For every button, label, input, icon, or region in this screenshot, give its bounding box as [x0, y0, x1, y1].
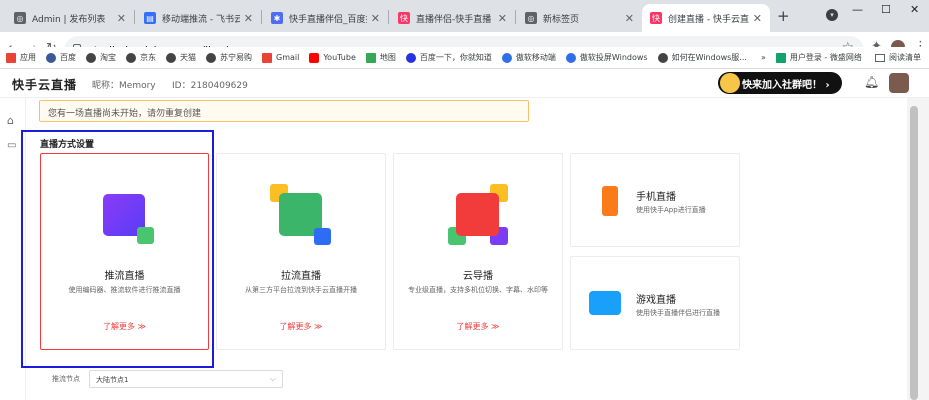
globe-icon — [206, 52, 216, 63]
learn-more-link[interactable]: 了解更多 ≫ — [217, 321, 385, 332]
bookmark-item[interactable]: 天猫 — [166, 52, 196, 63]
bookmark-apps[interactable]: 应用 — [6, 52, 36, 63]
browser-tab-strip: ◎ Admin | 发布列表 ✕ ▤ 移动端推流 - 飞书云文档 ✕ ✱ 快手直… — [0, 0, 929, 32]
bookmark-item[interactable]: 如何在Windows服... — [657, 52, 747, 63]
monitor-icon — [589, 291, 621, 315]
mobile-live-card[interactable]: 手机直播 使用快手App进行直播 — [570, 153, 740, 247]
reading-list[interactable]: 阅读清单 — [875, 52, 921, 63]
minimize-icon[interactable]: — — [852, 3, 863, 16]
learn-more-link[interactable]: 了解更多 ≫ — [394, 321, 562, 332]
card-desc: 专业级直播，支持多机位切换、字幕、水印等 — [408, 286, 548, 294]
selection-highlight — [21, 130, 214, 368]
bookmark-item[interactable]: 傲软投屏Windows — [565, 52, 648, 63]
close-icon[interactable]: ✕ — [625, 12, 634, 25]
bookmark-item[interactable]: 百度 — [46, 52, 76, 63]
close-icon[interactable]: ✕ — [117, 12, 126, 25]
browser-tab-active[interactable]: 快 创建直播 - 快手云直播 ✕ — [642, 4, 770, 32]
tab-divider — [261, 10, 262, 24]
baidu-icon — [46, 52, 56, 63]
tab-title: Admin | 发布列表 — [32, 14, 106, 25]
home-icon[interactable]: ⌂ — [7, 114, 14, 127]
globe-icon: ◎ — [14, 12, 26, 24]
app-header: 快手云直播 昵称：Memory ID：2180409629 快来加入社群吧！ ›… — [0, 69, 929, 98]
browser-tab[interactable]: ✱ 快手直播伴侣_百度搜索 ✕ — [263, 4, 388, 32]
scrollbar-thumb[interactable] — [910, 106, 918, 400]
globe-icon: ◎ — [525, 12, 537, 24]
wechat-work-icon — [775, 52, 786, 63]
tab-title: 创建直播 - 快手云直播 — [668, 14, 749, 25]
bookmark-item[interactable]: 百度一下，你就知道 — [405, 52, 492, 63]
close-window-icon[interactable]: ✕ — [910, 3, 919, 16]
browser-tab[interactable]: ▤ 移动端推流 - 飞书云文档 ✕ — [136, 4, 261, 32]
avatar[interactable] — [889, 73, 909, 93]
user-id: ID：2180409629 — [172, 81, 248, 91]
tab-search-icon[interactable]: ▾ — [826, 9, 838, 21]
map-icon — [365, 52, 376, 63]
tab-divider — [388, 10, 389, 24]
bookmark-item[interactable]: YouTube — [309, 52, 356, 63]
bookmark-item[interactable]: 傲软移动端 — [501, 52, 556, 63]
card-title: 手机直播 — [636, 192, 676, 203]
close-icon[interactable]: ✕ — [498, 12, 507, 25]
feishu-icon: ▤ — [144, 12, 156, 24]
node-select-value: 大陆节点1 — [96, 376, 129, 384]
close-icon[interactable]: ✕ — [371, 12, 380, 25]
kuaishou-icon: 快 — [650, 12, 662, 24]
youtube-icon — [309, 52, 320, 63]
nickname: 昵称：Memory — [92, 81, 156, 91]
tab-title: 新标签页 — [543, 14, 580, 25]
chevron-down-icon: ⌵ — [269, 374, 276, 383]
app-logo[interactable]: 快手云直播 — [12, 76, 77, 93]
maximize-icon[interactable]: ☐ — [881, 3, 891, 16]
community-banner[interactable]: 快来加入社群吧！ › — [718, 72, 842, 94]
bell-icon[interactable]: 🔔︎ — [864, 75, 879, 89]
card-title: 拉流直播 — [281, 271, 321, 282]
browser-tab[interactable]: ◎ 新标签页 ✕ — [517, 4, 642, 32]
globe-icon — [86, 52, 96, 63]
tab-title: 快手直播伴侣_百度搜索 — [289, 14, 367, 25]
cloud-director-card[interactable]: 云导播 专业级直播，支持多机位切换、字幕、水印等 了解更多 ≫ — [393, 153, 563, 350]
browser-tab[interactable]: ◎ Admin | 发布列表 ✕ — [6, 4, 134, 32]
close-icon[interactable]: ✕ — [753, 12, 762, 25]
card-title: 游戏直播 — [636, 295, 676, 306]
kuaishou-icon: 快 — [398, 12, 410, 24]
reading-list-icon — [875, 53, 885, 62]
card-title: 云导播 — [463, 271, 493, 282]
baidu-icon: ✱ — [271, 12, 283, 24]
bookmark-item[interactable]: 京东 — [126, 52, 156, 63]
bookmark-item[interactable]: 用户登录 - 微盛网络 — [775, 52, 862, 63]
mascot-icon — [720, 73, 740, 93]
node-label: 推流节点 — [52, 375, 80, 383]
apowersoft-icon — [565, 52, 576, 63]
close-icon[interactable]: ✕ — [244, 12, 253, 25]
bookmark-item[interactable]: 地图 — [365, 52, 396, 63]
browser-tab[interactable]: 快 直播伴侣-快手直播 ✕ — [390, 4, 515, 32]
bookmark-item[interactable]: 苏宁易购 — [206, 52, 252, 63]
tab-divider — [515, 10, 516, 24]
apps-grid-icon — [6, 52, 16, 63]
globe-icon — [166, 52, 176, 63]
tab-divider — [134, 10, 135, 24]
game-live-card[interactable]: 游戏直播 使用快手直播伴侣进行直播 — [570, 256, 740, 350]
node-select[interactable]: 大陆节点1 ⌵ — [89, 370, 283, 388]
tab-title: 直播伴侣-快手直播 — [416, 14, 492, 25]
card-desc: 使用快手App进行直播 — [636, 206, 706, 214]
card-desc: 从第三方平台拉流到快手云直播开播 — [245, 286, 357, 294]
bookmark-item[interactable]: Gmail — [262, 52, 299, 63]
globe-icon — [126, 52, 136, 63]
pull-stream-card[interactable]: 拉流直播 从第三方平台拉流到快手云直播开播 了解更多 ≫ — [216, 153, 386, 350]
globe-icon — [657, 52, 668, 63]
apowersoft-icon — [501, 52, 512, 63]
card-desc: 使用快手直播伴侣进行直播 — [636, 309, 720, 317]
new-tab-icon[interactable]: + — [777, 7, 790, 25]
bookmarks-bar: 应用 百度 淘宝 京东 天猫 苏宁易购 Gmail YouTube 地图 百度一… — [0, 47, 929, 69]
phone-icon — [602, 186, 618, 216]
baidu-icon — [405, 52, 416, 63]
bookmark-item[interactable]: 淘宝 — [86, 52, 116, 63]
notice-bar: 您有一场直播尚未开始，请勿重复创建 — [39, 100, 529, 122]
gmail-icon — [262, 52, 272, 63]
tab-title: 移动端推流 - 飞书云文档 — [162, 14, 240, 25]
bookmarks-overflow-icon[interactable]: » — [761, 53, 766, 62]
video-icon[interactable]: ▭ — [7, 140, 16, 151]
